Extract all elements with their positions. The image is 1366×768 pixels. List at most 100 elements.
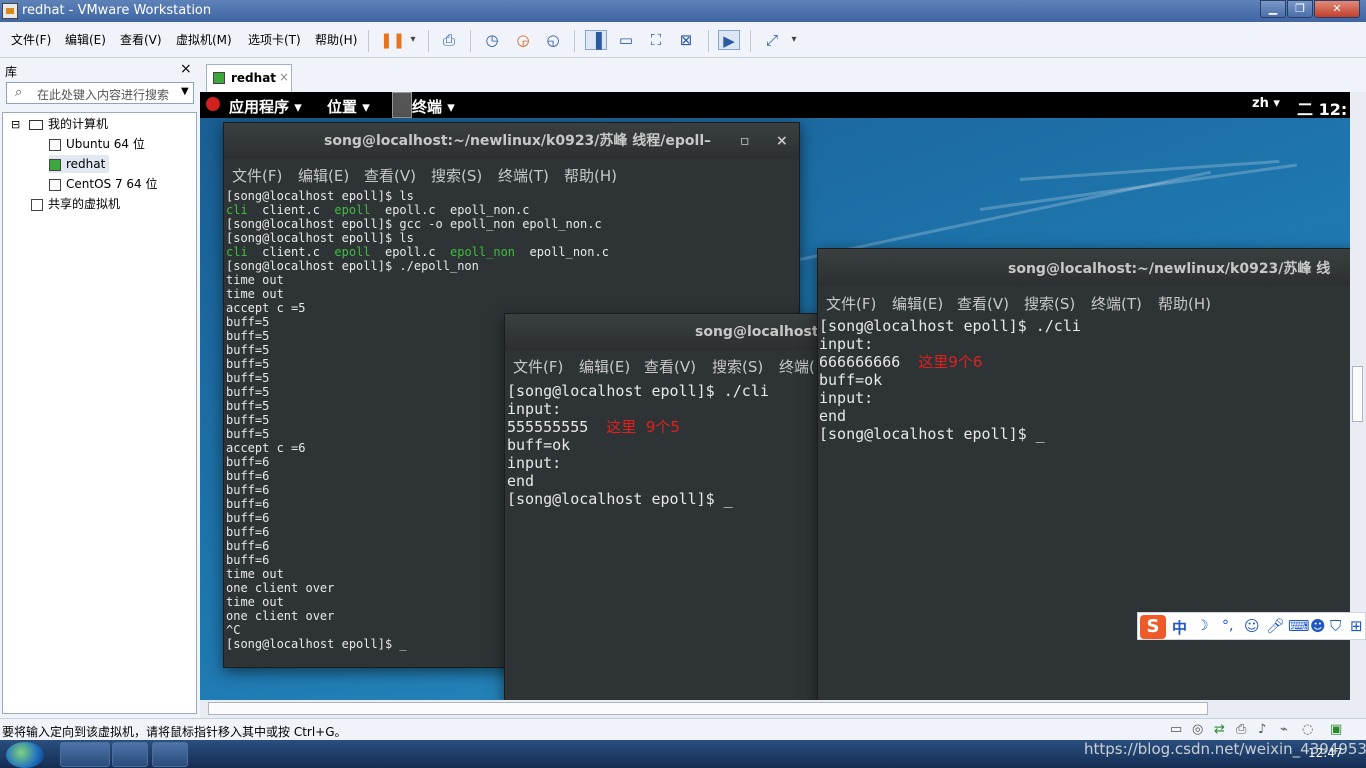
terminal-1-menu-terminal[interactable]: 终端(T) [498, 165, 549, 186]
terminal-1-menu-edit[interactable]: 编辑(E) [298, 165, 349, 186]
usb-icon[interactable]: ⌁ [1280, 722, 1288, 737]
terminal-1-maximize-icon[interactable]: ▫ [740, 123, 750, 159]
sound-icon[interactable]: ♪ [1258, 722, 1266, 737]
collapse-icon[interactable]: ⊟ [11, 118, 20, 131]
show-library-icon[interactable]: ▐ [585, 30, 607, 50]
snapshot-icon[interactable]: ◷ [481, 30, 503, 50]
terminal-2-titlebar[interactable]: song@localhost:~/ [505, 314, 819, 350]
term2-line: [song@localhost epoll]$ _ [507, 490, 733, 508]
thumbnail-bar-icon[interactable]: ▭ [615, 30, 637, 50]
window-title: redhat - VMware Workstation [22, 3, 212, 18]
sogou-ime-toolbar[interactable]: S 中 ☽ °, ☺ 🎤︎ ⌨ ☻ ⛉ ⊞ [1137, 612, 1366, 640]
tree-item-ubuntu[interactable]: Ubuntu 64 位 [49, 135, 145, 153]
network-icon[interactable]: ⇄ [1214, 722, 1225, 737]
grid-icon[interactable]: ⊞ [1350, 617, 1363, 635]
terminal-2-menu-file[interactable]: 文件(F) [513, 356, 563, 377]
unity-icon[interactable]: ⊠ [675, 30, 697, 50]
terminal-3-menu-file[interactable]: 文件(F) [826, 293, 876, 314]
display-icon[interactable]: ◌ [1302, 722, 1313, 737]
tree-item-my-computer[interactable]: ⊟ 我的计算机 [11, 115, 108, 133]
terminal-1-menu-file[interactable]: 文件(F) [232, 165, 282, 186]
terminal-3-titlebar[interactable]: song@localhost:~/newlinux/k0923/苏峰 线程/ep… [818, 249, 1350, 313]
start-button[interactable] [6, 742, 44, 768]
menu-help[interactable]: 帮助(H) [315, 31, 357, 48]
tab-redhat[interactable]: redhat × [206, 64, 292, 92]
terminal-2-menu-search[interactable]: 搜索(S) [712, 356, 763, 377]
terminal-1-menu-help[interactable]: 帮助(H) [564, 165, 617, 186]
tree-item-redhat[interactable]: redhat [49, 155, 110, 173]
terminal-1-line: time out [226, 287, 284, 301]
terminal-3-output[interactable]: [song@localhost epoll]$ ./cli input: 66666… [818, 317, 1350, 700]
places-menu[interactable]: 位置 ▾ [327, 96, 370, 117]
term3-line: [song@localhost epoll]$ _ [819, 425, 1045, 443]
menu-view[interactable]: 查看(V) [120, 31, 162, 48]
console-view-icon[interactable]: ▶ [718, 30, 740, 50]
punctuation-icon[interactable]: °, [1222, 618, 1233, 634]
user-icon[interactable]: ☻ [1310, 617, 1326, 635]
dropdown-arrow-icon[interactable]: ▾ [402, 30, 424, 50]
menu-edit[interactable]: 编辑(E) [65, 31, 106, 48]
message-icon[interactable]: ▣ [1330, 722, 1342, 737]
library-close-icon[interactable]: × [180, 61, 192, 77]
terminal-1-menu-search[interactable]: 搜索(S) [431, 165, 482, 186]
maximize-button[interactable]: ❐ [1287, 0, 1313, 18]
terminal-3-menu-help[interactable]: 帮助(H) [1158, 293, 1211, 314]
menu-tabs[interactable]: 选项卡(T) [248, 31, 301, 48]
pause-icon[interactable]: ❚❚ [380, 30, 405, 50]
emoji-icon[interactable]: ☺ [1244, 617, 1260, 635]
terminal-1-minimize-icon[interactable]: – [704, 123, 711, 159]
close-button[interactable]: ✕ [1314, 0, 1360, 18]
terminal-1-titlebar[interactable]: song@localhost:~/newlinux/k0923/苏峰 线程/ep… [224, 123, 799, 159]
revert-snapshot-icon[interactable]: ◶ [512, 30, 534, 50]
hdd-icon[interactable]: ▭ [1170, 722, 1182, 737]
term2-line: 555555555 这里 9个5 [507, 418, 680, 436]
terminal-window-2[interactable]: song@localhost:~/ 文件(F) 编辑(E) 查看(V) 搜索(S… [504, 313, 820, 700]
terminal-1-close-icon[interactable]: × [776, 123, 788, 159]
send-keys-icon[interactable]: ⎙ [438, 30, 460, 50]
terminal-app-menu[interactable]: 终端 ▾ [412, 96, 455, 117]
keyboard-icon[interactable]: ⌨ [1288, 617, 1310, 635]
taskbar-explorer[interactable] [60, 742, 110, 767]
taskbar-vmware[interactable] [152, 742, 188, 767]
terminal-2-menu-edit[interactable]: 编辑(E) [579, 356, 630, 377]
ime-language-toggle[interactable]: 中 [1172, 617, 1187, 638]
vm-guest-screen[interactable]: 应用程序 ▾ 位置 ▾ 终端 ▾ zh ▾ 二 12: song@localho… [200, 92, 1350, 700]
language-selector[interactable]: zh ▾ [1252, 96, 1280, 111]
snapshot-manager-icon[interactable]: ◵ [542, 30, 564, 50]
terminal-3-menu-view[interactable]: 查看(V) [957, 293, 1009, 314]
horizontal-scrollbar[interactable] [200, 700, 1350, 718]
gnome-top-bar: 应用程序 ▾ 位置 ▾ 终端 ▾ zh ▾ 二 12: [200, 92, 1350, 120]
menu-file[interactable]: 文件(F) [11, 31, 51, 48]
menu-vm[interactable]: 虚拟机(M) [176, 31, 232, 48]
toolbar-separator [574, 30, 575, 52]
terminal-3-menu-edit[interactable]: 编辑(E) [892, 293, 943, 314]
terminal-2-output[interactable]: [song@localhost epoll]$ ./cli input: 55555… [505, 380, 819, 700]
moon-icon[interactable]: ☽ [1196, 618, 1209, 634]
dropdown-arrow-icon[interactable]: ▾ [783, 30, 805, 50]
cdrom-icon[interactable]: ◎ [1192, 722, 1203, 737]
microphone-icon[interactable]: 🎤︎ [1266, 617, 1285, 635]
full-screen-icon[interactable]: ⛶ [645, 30, 667, 50]
terminal-2-menu-view[interactable]: 查看(V) [644, 356, 696, 377]
vm-running-icon [49, 158, 61, 171]
skin-icon[interactable]: ⛉ [1330, 617, 1341, 635]
gnome-clock[interactable]: 二 12: [1297, 96, 1347, 120]
tree-item-shared-vms[interactable]: 共享的虚拟机 [31, 195, 120, 213]
scrollbar-thumb[interactable] [208, 702, 1208, 715]
applications-menu[interactable]: 应用程序 ▾ [229, 96, 302, 117]
search-dropdown-icon[interactable]: ▼ [181, 86, 189, 97]
stretch-guest-icon[interactable]: ⤢ [761, 30, 783, 50]
printer-icon[interactable]: ⎙ [1236, 722, 1246, 737]
scrollbar-thumb[interactable] [1352, 366, 1363, 422]
tab-close-icon[interactable]: × [279, 70, 289, 84]
tree-item-centos[interactable]: CentOS 7 64 位 [49, 175, 157, 193]
terminal-3-menu-search[interactable]: 搜索(S) [1024, 293, 1075, 314]
taskbar-clock[interactable]: 12:47 [1308, 746, 1343, 760]
minimize-button[interactable]: ▁ [1260, 0, 1286, 18]
terminal-1-menu-view[interactable]: 查看(V) [364, 165, 416, 186]
library-search-input[interactable]: ⌕ 在此处键入内容进行搜索 ▼ [6, 82, 194, 104]
terminal-3-menu-terminal[interactable]: 终端(T) [1091, 293, 1142, 314]
sogou-logo-icon[interactable]: S [1140, 615, 1166, 639]
taskbar-pdf[interactable] [112, 742, 148, 767]
terminal-2-menu-terminal[interactable]: 终端( [779, 356, 815, 377]
